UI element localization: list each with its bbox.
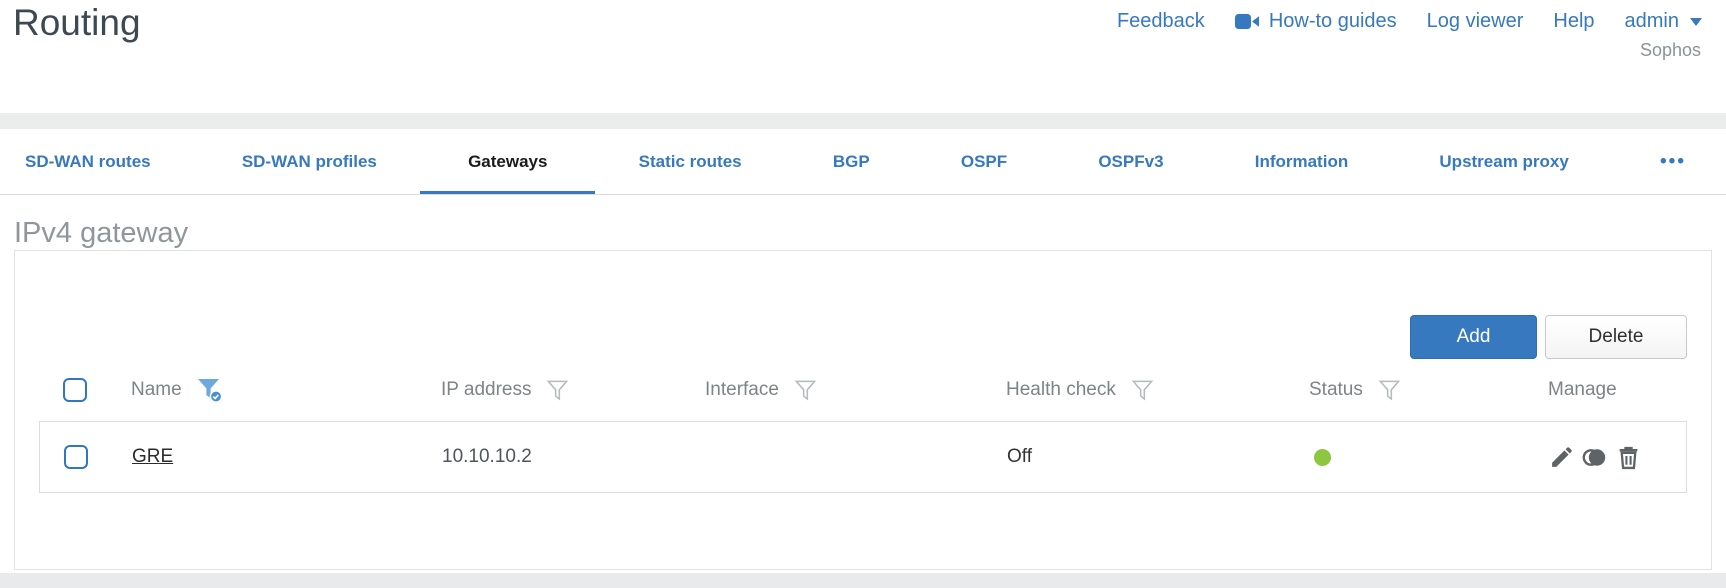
status-up-dot [1314,448,1331,466]
column-name: Name [131,378,441,403]
clone-icon[interactable] [1581,445,1609,470]
delete-button[interactable]: Delete [1545,315,1687,359]
tab-overflow-ellipsis-icon[interactable]: ••• [1660,129,1686,194]
column-status: Status [1309,379,1548,402]
funnel-icon[interactable] [1131,379,1154,402]
gateway-name-link[interactable]: GRE [132,446,173,467]
row-checkbox[interactable] [64,445,88,469]
trash-icon[interactable] [1616,445,1641,470]
toolbar: Add Delete [39,315,1687,359]
howto-guides-link[interactable]: How-to guides [1234,10,1397,33]
header-checkbox-cell [39,378,131,402]
funnel-icon[interactable] [1378,379,1401,402]
cell-status [1310,448,1549,466]
tab-upstream-proxy[interactable]: Upstream proxy [1439,129,1568,194]
chevron-down-icon [1690,17,1702,26]
feedback-link[interactable]: Feedback [1117,10,1205,33]
cell-name: GRE [132,446,442,468]
column-interface: Interface [705,379,1006,402]
gateway-panel: Add Delete Name IP address Interface Hea… [14,250,1712,570]
column-health-check: Health check [1006,379,1309,402]
video-camera-icon [1234,13,1260,30]
log-viewer-link[interactable]: Log viewer [1427,10,1524,33]
routing-page: Routing Feedback How-to guides Log viewe… [0,0,1726,588]
table-row: GRE 10.10.10.2 Off [39,421,1687,493]
tab-gateways[interactable]: Gateways [419,129,597,194]
pencil-icon[interactable] [1549,445,1574,470]
tab-bar: SD-WAN routes SD-WAN profiles Gateways S… [0,129,1726,195]
funnel-icon[interactable] [794,379,817,402]
tab-bgp[interactable]: BGP [833,129,870,194]
header-separator [0,113,1726,129]
help-link[interactable]: Help [1553,10,1594,33]
table-header-row: Name IP address Interface Health check S… [39,359,1687,421]
admin-menu[interactable]: admin [1625,10,1702,33]
column-ip-address: IP address [441,379,705,402]
top-header: Routing Feedback How-to guides Log viewe… [0,0,1726,113]
funnel-check-icon[interactable] [197,378,223,403]
tab-ospfv3[interactable]: OSPFv3 [1098,129,1163,194]
page-title: Routing [13,2,141,43]
tab-static-routes[interactable]: Static routes [639,129,742,194]
header-links: Feedback How-to guides Log viewer Help a… [1117,10,1702,33]
tab-information[interactable]: Information [1255,129,1349,194]
select-all-checkbox[interactable] [63,378,87,402]
add-button[interactable]: Add [1410,315,1537,359]
row-checkbox-cell [40,445,132,469]
cell-ip-address: 10.10.10.2 [442,446,532,467]
column-manage: Manage [1548,379,1617,400]
cell-health-check: Off [1007,446,1032,467]
tab-sdwan-routes[interactable]: SD-WAN routes [25,129,151,194]
funnel-icon[interactable] [546,379,569,402]
tab-ospf[interactable]: OSPF [961,129,1007,194]
footer-strip [0,573,1726,588]
cell-manage [1549,445,1686,470]
tab-sdwan-profiles[interactable]: SD-WAN profiles [242,129,377,194]
section-heading: IPv4 gateway [14,217,189,249]
brand-label: Sophos [1639,40,1701,60]
